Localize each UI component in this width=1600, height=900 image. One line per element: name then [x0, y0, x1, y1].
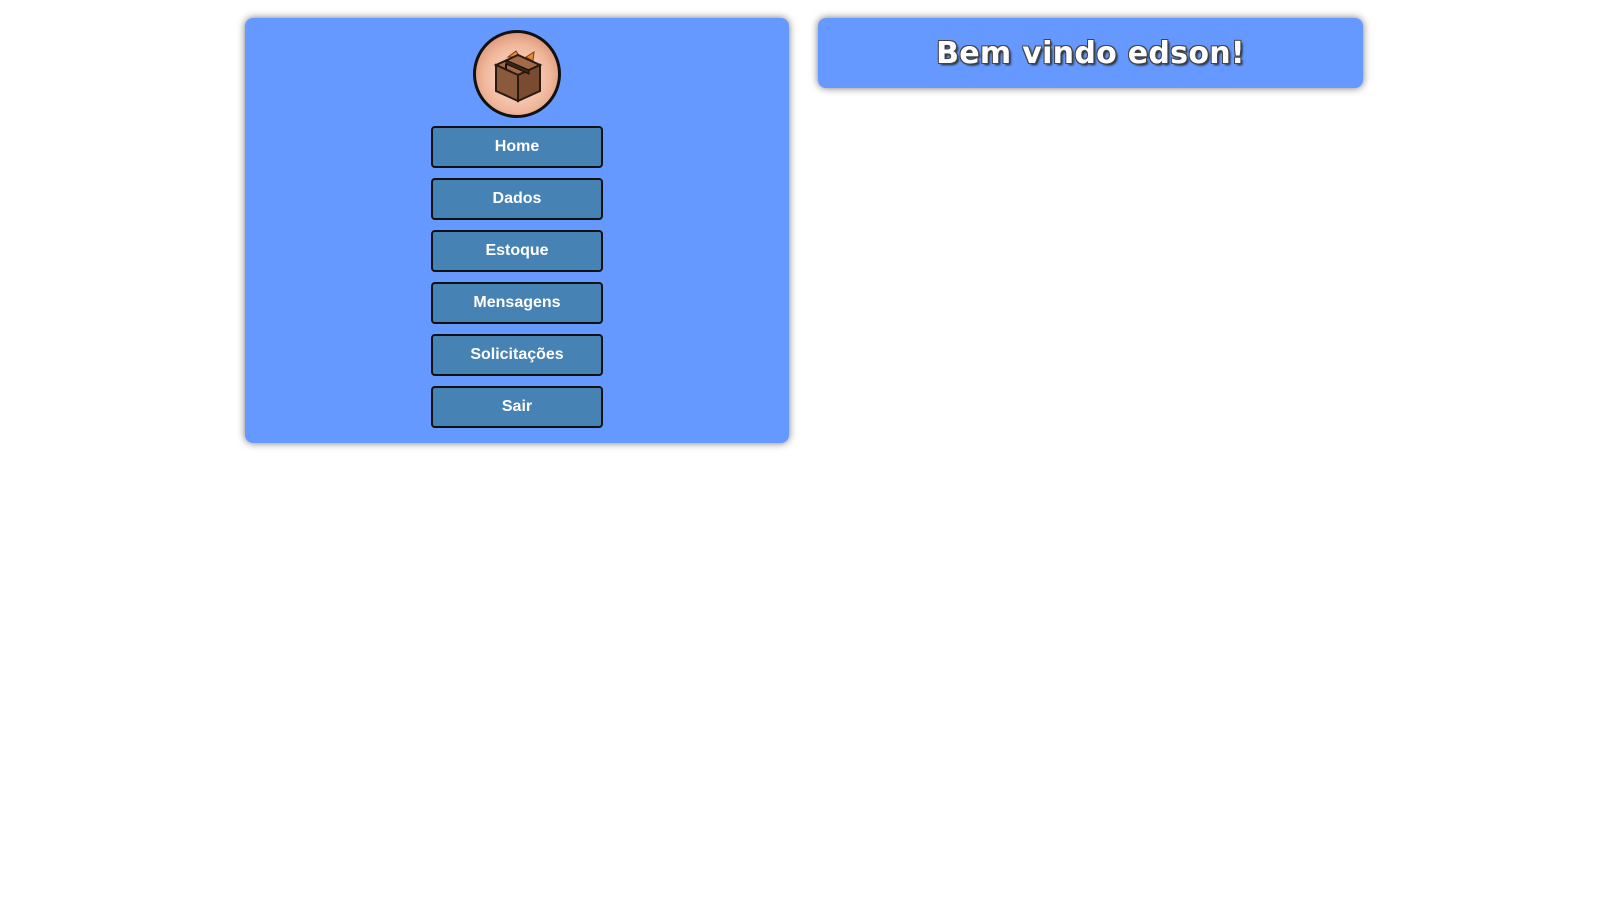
cardboard-box-icon	[493, 50, 543, 103]
sair-button[interactable]: Sair	[431, 386, 603, 428]
solicitacoes-button[interactable]: Solicitações	[431, 334, 603, 376]
logo	[473, 30, 561, 118]
dados-button[interactable]: Dados	[431, 178, 603, 220]
welcome-banner: Bem vindo edson!	[818, 18, 1363, 88]
sidebar: Home Dados Estoque Mensagens Solicitaçõe…	[245, 18, 789, 443]
page: Home Dados Estoque Mensagens Solicitaçõe…	[0, 0, 1600, 900]
mensagens-button[interactable]: Mensagens	[431, 282, 603, 324]
welcome-title: Bem vindo edson!	[936, 35, 1245, 71]
sidebar-nav: Home Dados Estoque Mensagens Solicitaçõe…	[431, 126, 603, 428]
home-button[interactable]: Home	[431, 126, 603, 168]
estoque-button[interactable]: Estoque	[431, 230, 603, 272]
